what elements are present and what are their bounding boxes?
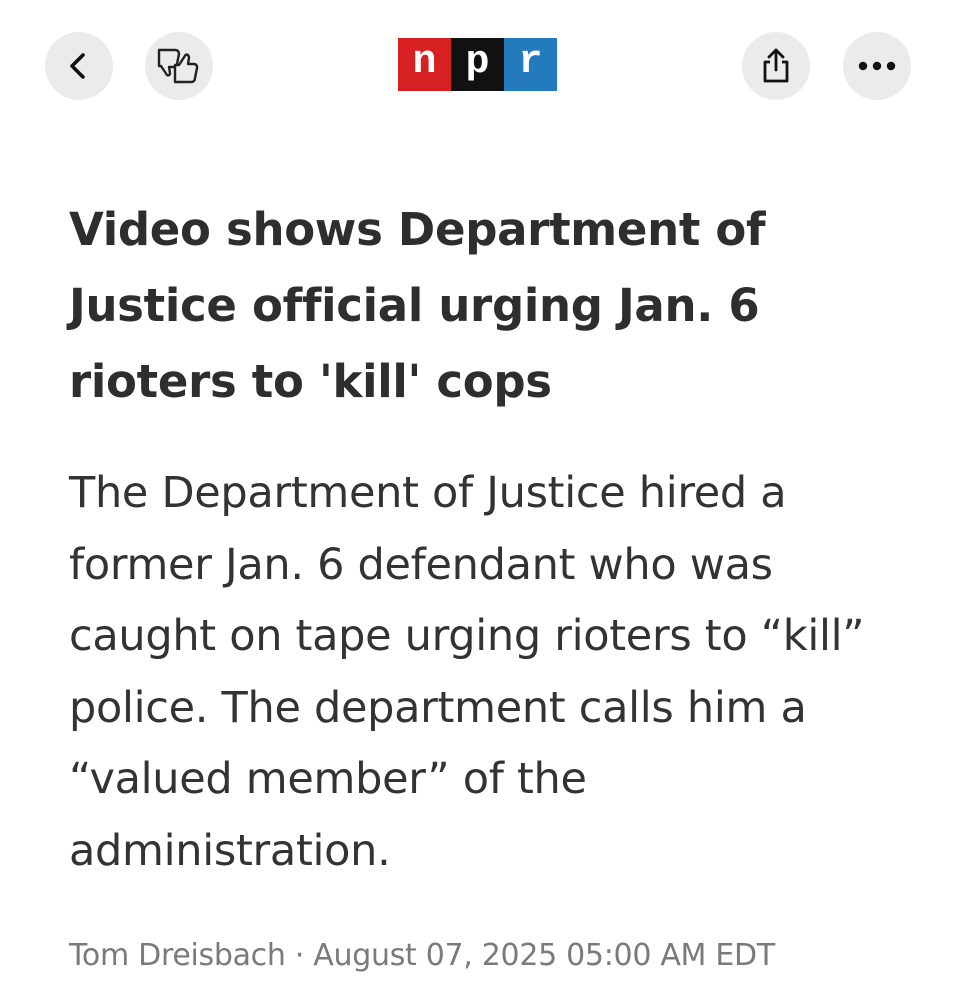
more-options-button[interactable] bbox=[843, 32, 911, 100]
npr-logo-letter-r: r bbox=[504, 38, 557, 91]
back-button[interactable] bbox=[45, 32, 113, 100]
chevron-left-icon bbox=[70, 53, 85, 79]
article-byline: Tom Dreisbach · August 07, 2025 05:00 AM… bbox=[69, 934, 929, 978]
share-icon bbox=[763, 48, 789, 83]
npr-logo-letter-n: n bbox=[398, 38, 451, 91]
author-name[interactable]: Tom Dreisbach bbox=[69, 938, 286, 973]
npr-logo: n p r bbox=[398, 38, 557, 91]
publish-date: August 07, 2025 05:00 AM EDT bbox=[313, 938, 775, 973]
byline-separator: · bbox=[285, 938, 314, 973]
article-headline: Video shows Department of Justice offici… bbox=[69, 203, 766, 408]
thumbs-up-down-icon bbox=[157, 48, 199, 84]
top-navigation-bar: n p r bbox=[0, 0, 957, 130]
share-button[interactable] bbox=[742, 32, 810, 100]
article-summary: The Department of Justice hired a former… bbox=[69, 468, 865, 876]
reactions-button[interactable] bbox=[145, 32, 213, 100]
ellipsis-icon bbox=[858, 61, 896, 71]
npr-logo-letter-p: p bbox=[451, 38, 504, 91]
